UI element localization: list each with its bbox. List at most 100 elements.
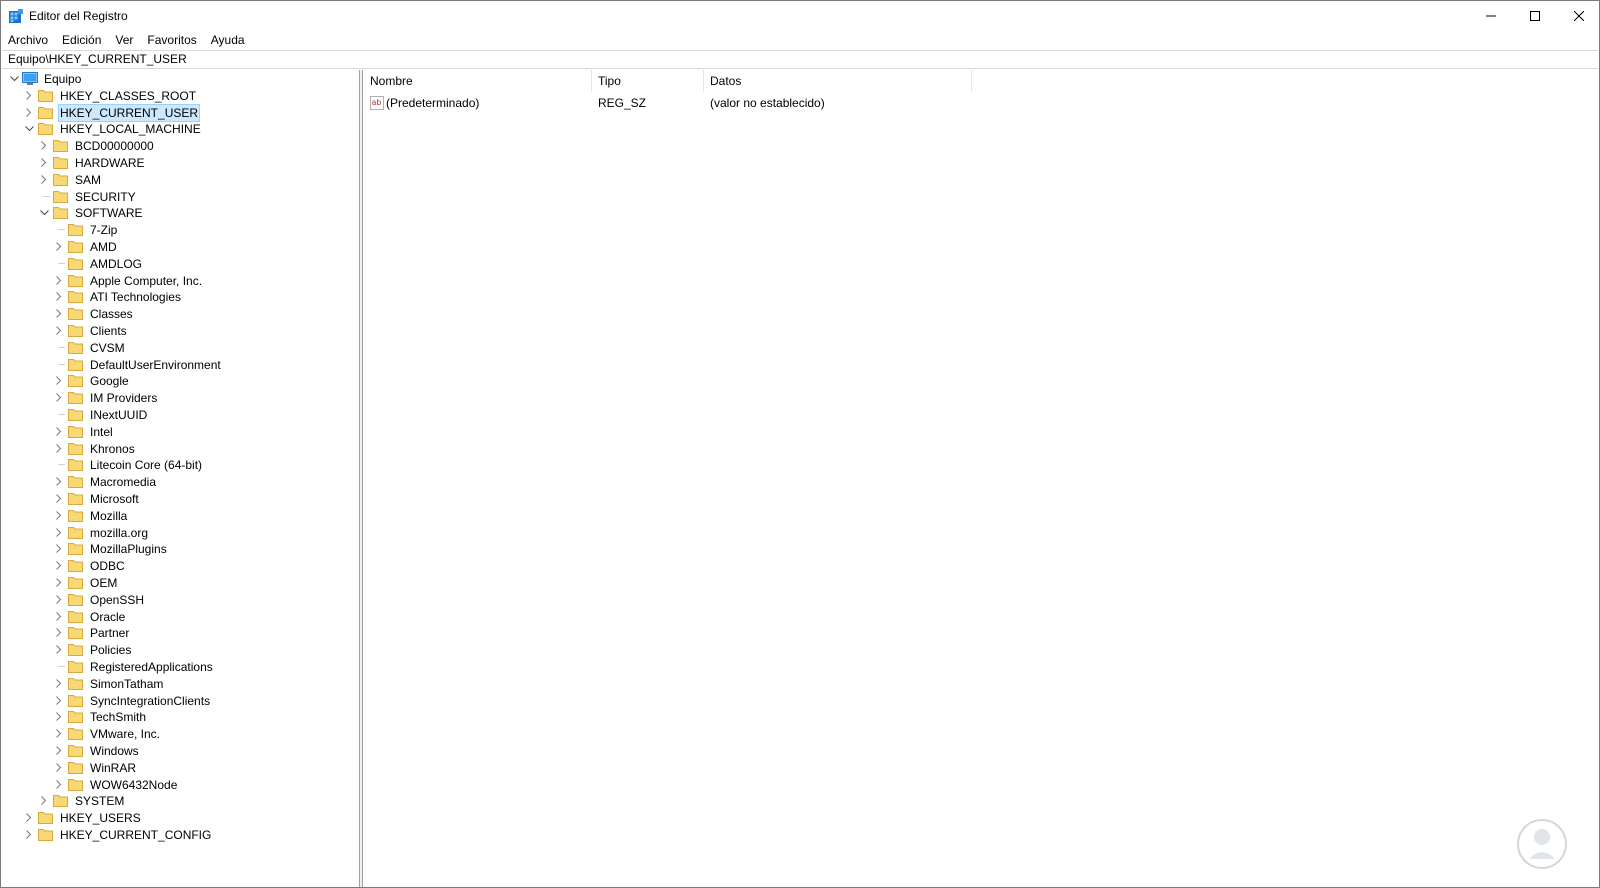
tree-item-syncintegrationclients[interactable]: SyncIntegrationClients <box>53 692 212 709</box>
tree-item-hkey-users[interactable]: HKEY_USERS <box>23 809 143 826</box>
chevron-right-icon[interactable] <box>53 305 65 322</box>
chevron-right-icon[interactable] <box>53 725 65 742</box>
menu-favoritos[interactable]: Favoritos <box>140 31 203 50</box>
tree-item-windows[interactable]: Windows <box>53 742 141 759</box>
title-bar[interactable]: Editor del Registro <box>1 1 1599 31</box>
maximize-button[interactable] <box>1513 1 1557 31</box>
chevron-down-icon[interactable] <box>38 204 50 221</box>
tree-item-classes[interactable]: Classes <box>53 305 135 322</box>
tree-item-hkey-current-config[interactable]: HKEY_CURRENT_CONFIG <box>23 826 213 843</box>
chevron-right-icon[interactable] <box>53 288 65 305</box>
chevron-right-icon[interactable] <box>38 154 50 171</box>
chevron-right-icon[interactable] <box>53 490 65 507</box>
tree-item-apple-computer-inc[interactable]: Apple Computer, Inc. <box>53 272 204 289</box>
tree-item-hkey-local-machine[interactable]: HKEY_LOCAL_MACHINE <box>23 120 203 137</box>
chevron-right-icon[interactable] <box>38 171 50 188</box>
chevron-right-icon[interactable] <box>53 389 65 406</box>
tree-item-cvsm[interactable]: CVSM <box>53 339 127 356</box>
tree-item-mozilla[interactable]: Mozilla <box>53 507 129 524</box>
chevron-right-icon[interactable] <box>53 742 65 759</box>
tree-item-ati-technologies[interactable]: ATI Technologies <box>53 288 183 305</box>
chevron-right-icon[interactable] <box>53 238 65 255</box>
tree-item-software[interactable]: SOFTWARE <box>38 204 145 221</box>
tree-item-techsmith[interactable]: TechSmith <box>53 708 148 725</box>
chevron-right-icon[interactable] <box>53 440 65 457</box>
menu-edicion[interactable]: Edición <box>55 31 108 50</box>
column-header-datos[interactable]: Datos <box>704 70 972 92</box>
menu-archivo[interactable]: Archivo <box>1 31 55 50</box>
tree-item-registeredapplications[interactable]: RegisteredApplications <box>53 658 215 675</box>
chevron-right-icon[interactable] <box>53 524 65 541</box>
chevron-right-icon[interactable] <box>53 708 65 725</box>
chevron-right-icon[interactable] <box>23 104 35 121</box>
chevron-down-icon[interactable] <box>23 120 35 137</box>
chevron-right-icon[interactable] <box>53 759 65 776</box>
tree-item-system[interactable]: SYSTEM <box>38 792 126 809</box>
tree-item-sam[interactable]: SAM <box>38 171 103 188</box>
chevron-right-icon[interactable] <box>53 641 65 658</box>
tree-item-inextuuid[interactable]: INextUUID <box>53 406 149 423</box>
tree-item-simontatham[interactable]: SimonTatham <box>53 675 165 692</box>
menu-ayuda[interactable]: Ayuda <box>204 31 252 50</box>
chevron-right-icon[interactable] <box>53 675 65 692</box>
tree-item-hkey-current-user[interactable]: HKEY_CURRENT_USER <box>23 103 201 122</box>
chevron-right-icon[interactable] <box>53 322 65 339</box>
chevron-right-icon[interactable] <box>53 372 65 389</box>
tree-item-openssh[interactable]: OpenSSH <box>53 591 146 608</box>
tree-item-equipo[interactable]: Equipo <box>8 70 83 87</box>
pane-splitter[interactable] <box>360 70 363 887</box>
tree-item-wow6432node[interactable]: WOW6432Node <box>53 776 179 793</box>
tree-item-microsoft[interactable]: Microsoft <box>53 490 141 507</box>
chevron-right-icon[interactable] <box>53 473 65 490</box>
menu-ver[interactable]: Ver <box>108 31 140 50</box>
chevron-right-icon[interactable] <box>53 692 65 709</box>
chevron-right-icon[interactable] <box>53 507 65 524</box>
chevron-right-icon[interactable] <box>23 826 35 843</box>
tree-item-google[interactable]: Google <box>53 372 131 389</box>
tree-item-litecoin-core-64-bit[interactable]: Litecoin Core (64-bit) <box>53 456 204 473</box>
tree-item-vmware-inc[interactable]: VMware, Inc. <box>53 725 162 742</box>
tree-item-winrar[interactable]: WinRAR <box>53 759 138 776</box>
tree-item-clients[interactable]: Clients <box>53 322 129 339</box>
chevron-down-icon[interactable] <box>8 70 20 87</box>
chevron-right-icon[interactable] <box>53 423 65 440</box>
tree-item-mozilla-org[interactable]: mozilla.org <box>53 524 150 541</box>
tree-item-mozillaplugins[interactable]: MozillaPlugins <box>53 540 169 557</box>
tree-item-khronos[interactable]: Khronos <box>53 440 137 457</box>
chevron-right-icon[interactable] <box>53 272 65 289</box>
tree-item-bcd00000000[interactable]: BCD00000000 <box>38 137 156 154</box>
chevron-right-icon[interactable] <box>53 574 65 591</box>
tree-item-7-zip[interactable]: 7-Zip <box>53 221 119 238</box>
chevron-right-icon[interactable] <box>23 809 35 826</box>
close-button[interactable] <box>1557 1 1600 31</box>
tree-item-partner[interactable]: Partner <box>53 624 131 641</box>
tree-item-hardware[interactable]: HARDWARE <box>38 154 147 171</box>
tree-item-macromedia[interactable]: Macromedia <box>53 473 158 490</box>
list-item[interactable]: ab (Predeterminado) REG_SZ (valor no est… <box>364 94 972 112</box>
tree-item-defaultuserenvironment[interactable]: DefaultUserEnvironment <box>53 356 223 373</box>
chevron-right-icon[interactable] <box>53 591 65 608</box>
tree-item-oracle[interactable]: Oracle <box>53 608 127 625</box>
chevron-right-icon[interactable] <box>53 557 65 574</box>
tree-item-security[interactable]: SECURITY <box>38 188 138 205</box>
chevron-right-icon[interactable] <box>23 87 35 104</box>
tree-label: Oracle <box>90 609 126 624</box>
chevron-right-icon[interactable] <box>53 776 65 793</box>
chevron-right-icon[interactable] <box>53 540 65 557</box>
tree-item-odbc[interactable]: ODBC <box>53 557 127 574</box>
column-header-nombre[interactable]: Nombre <box>364 70 592 92</box>
column-header-tipo[interactable]: Tipo <box>592 70 704 92</box>
tree-item-amd[interactable]: AMD <box>53 238 119 255</box>
chevron-right-icon[interactable] <box>38 137 50 154</box>
chevron-right-icon[interactable] <box>53 624 65 641</box>
tree-item-amdlog[interactable]: AMDLOG <box>53 255 144 272</box>
tree-item-hkey-classes-root[interactable]: HKEY_CLASSES_ROOT <box>23 87 198 104</box>
tree-item-policies[interactable]: Policies <box>53 641 133 658</box>
tree-item-im-providers[interactable]: IM Providers <box>53 389 159 406</box>
minimize-button[interactable] <box>1469 1 1513 31</box>
tree-item-oem[interactable]: OEM <box>53 574 119 591</box>
chevron-right-icon[interactable] <box>38 792 50 809</box>
chevron-right-icon[interactable] <box>53 608 65 625</box>
address-bar[interactable]: Equipo\HKEY_CURRENT_USER <box>2 50 1598 69</box>
tree-item-intel[interactable]: Intel <box>53 423 115 440</box>
